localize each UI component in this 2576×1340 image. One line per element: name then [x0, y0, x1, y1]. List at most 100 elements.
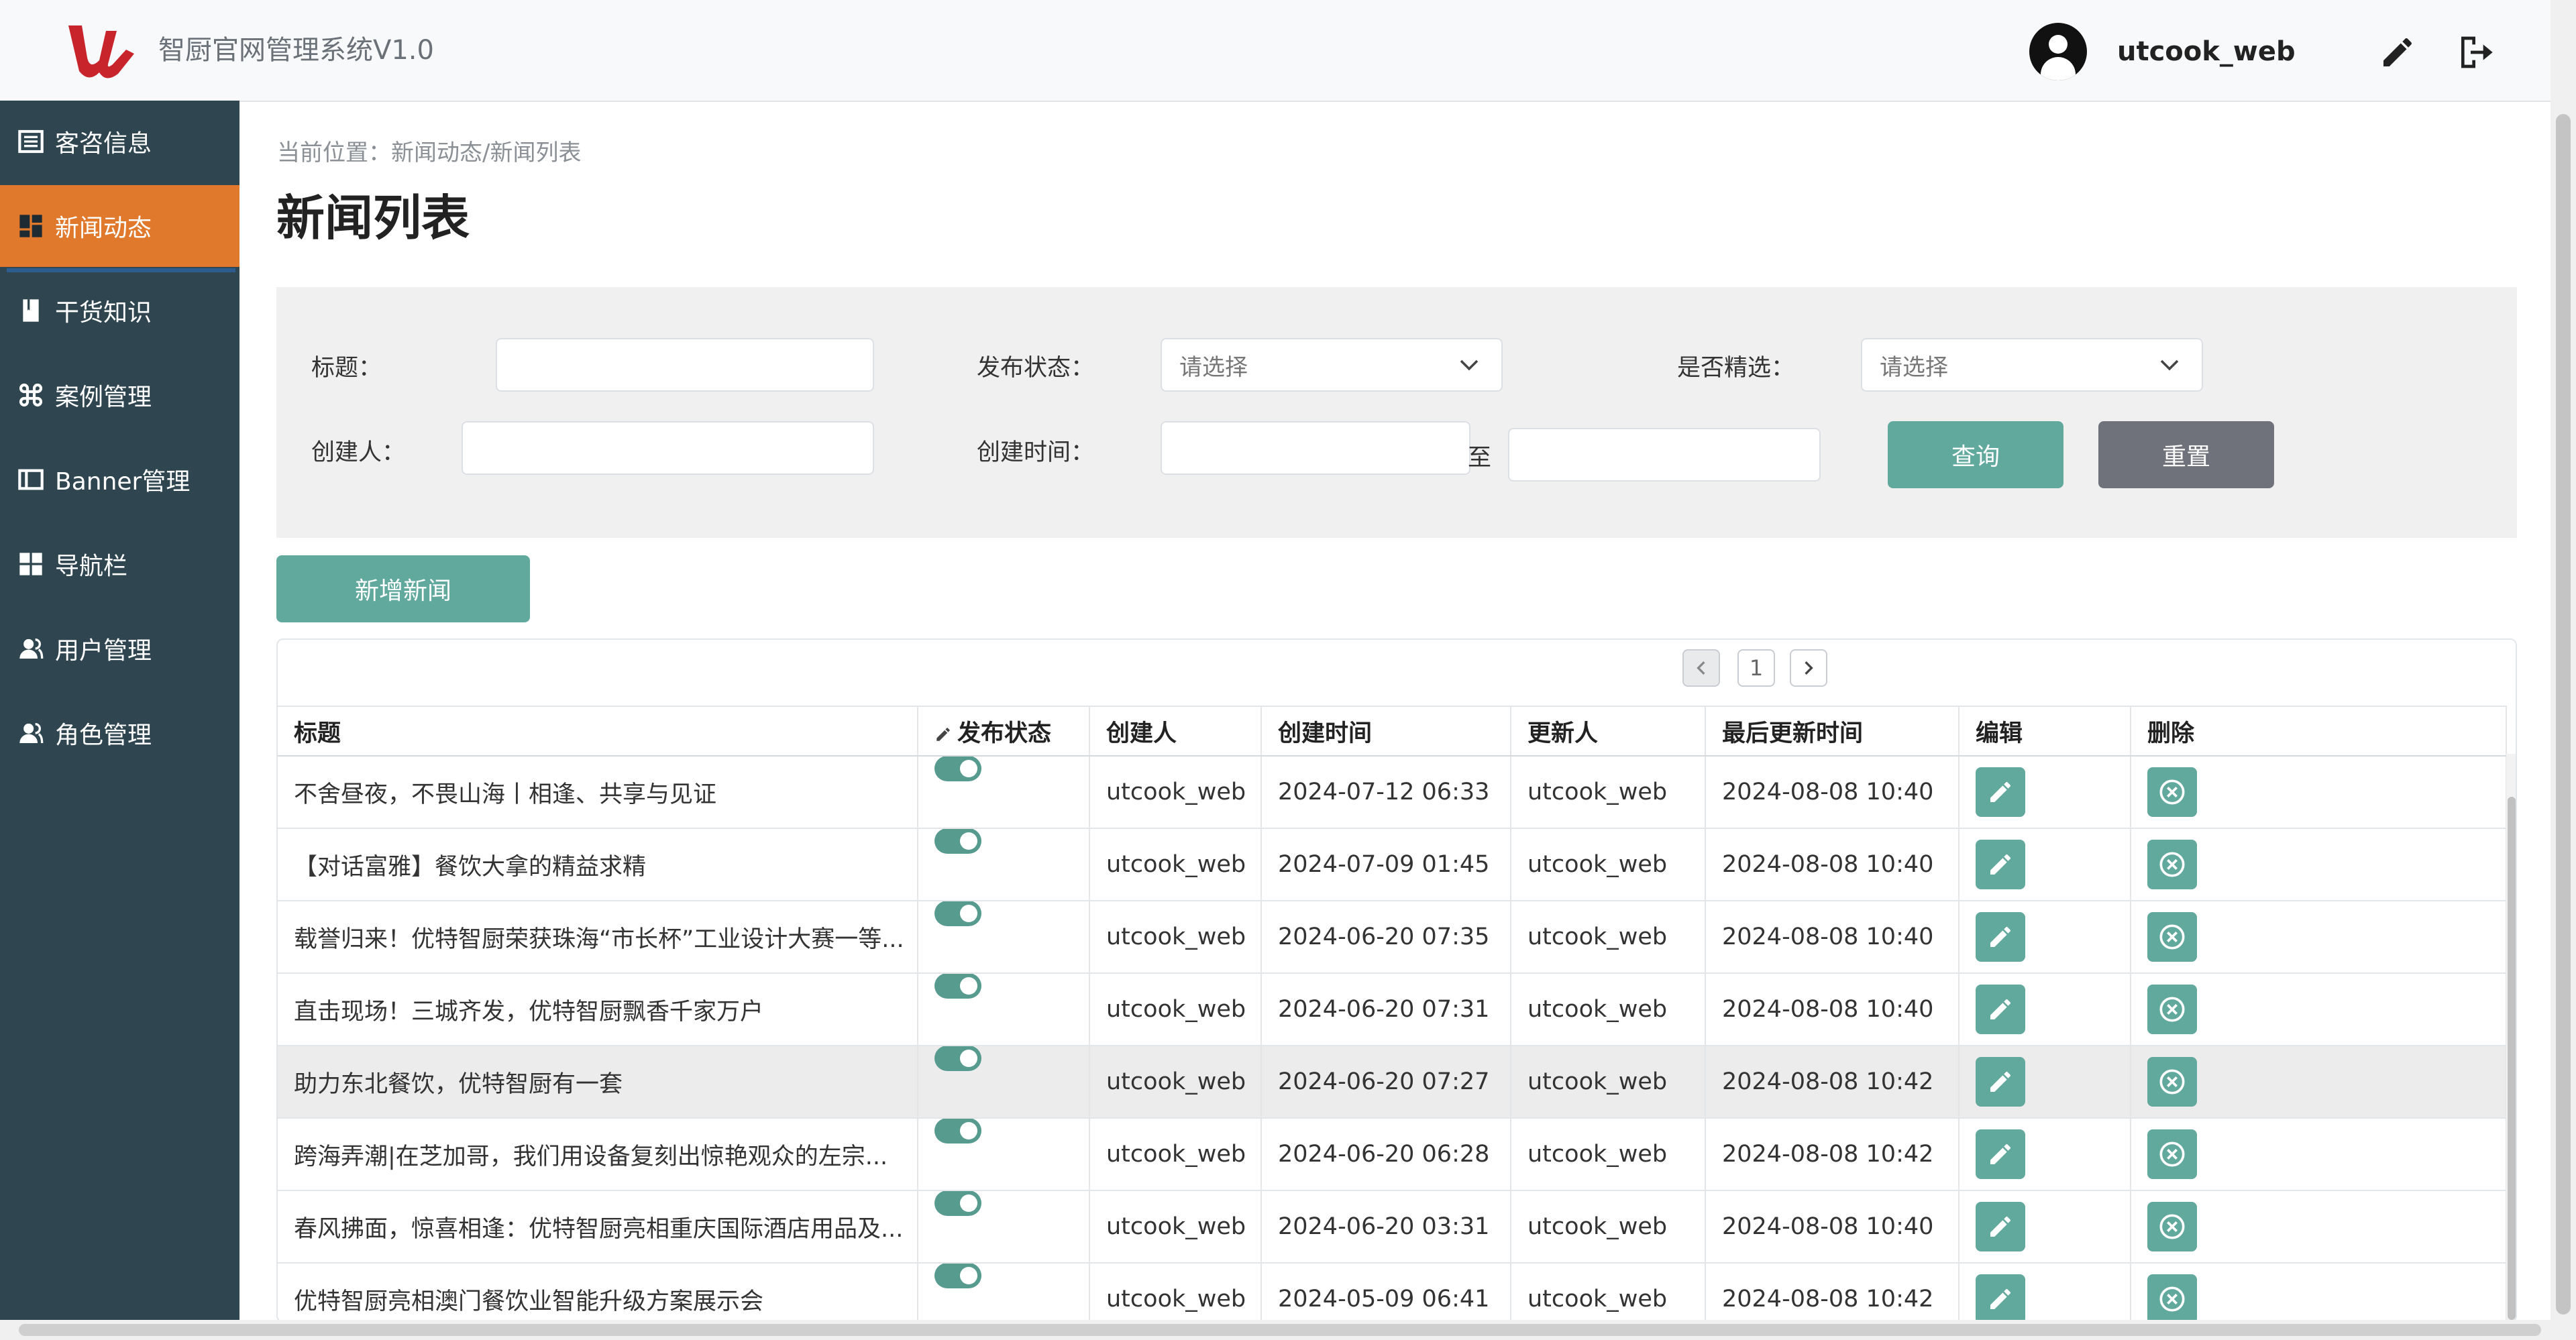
publish-toggle[interactable]: [934, 1118, 981, 1143]
col-header-status[interactable]: 发布状态: [918, 706, 1090, 757]
chevron-down-icon: [1460, 359, 1479, 371]
command-icon: [19, 383, 43, 407]
sidebar-item-users[interactable]: 用户管理: [0, 608, 239, 689]
edit-button[interactable]: [1976, 985, 2025, 1034]
delete-button[interactable]: [2147, 1274, 2197, 1321]
sidebar-item-cases[interactable]: 案例管理: [0, 354, 239, 436]
cell-created-time: 2024-06-20 06:28: [1261, 1118, 1511, 1191]
publish-toggle[interactable]: [934, 1263, 981, 1288]
delete-button[interactable]: [2147, 1057, 2197, 1107]
delete-circle-x-icon: [2159, 997, 2185, 1022]
col-header-title[interactable]: 标题: [278, 706, 918, 757]
delete-button[interactable]: [2147, 985, 2197, 1034]
news-table: 标题 发布状态 创建人 创建时间 更新人 最后更新时间 编辑 删除 不舍昼夜，不…: [278, 706, 2507, 1321]
publish-toggle[interactable]: [934, 901, 981, 926]
edit-button[interactable]: [1976, 1202, 2025, 1251]
cell-created-time: 2024-07-12 06:33: [1261, 756, 1511, 829]
publish-toggle[interactable]: [934, 1190, 981, 1216]
list-icon: [18, 129, 44, 154]
edit-button[interactable]: [1976, 840, 2025, 889]
sidebar-item-label: 导航栏: [55, 553, 128, 580]
cell-updater: utcook_web: [1511, 901, 1706, 974]
cell-updater: utcook_web: [1511, 828, 1706, 901]
publish-toggle[interactable]: [934, 828, 981, 854]
chevron-right-icon: [1805, 661, 1813, 675]
delete-button[interactable]: [2147, 912, 2197, 962]
cell-updated-time: 2024-08-08 10:40: [1705, 901, 1960, 974]
table-header-row: 标题 发布状态 创建人 创建时间 更新人 最后更新时间 编辑 删除: [278, 706, 2507, 757]
page-number-button[interactable]: 1: [1737, 649, 1775, 687]
cell-updater: utcook_web: [1511, 1263, 1706, 1321]
edit-profile-icon[interactable]: [2379, 34, 2416, 71]
col-header-creator[interactable]: 创建人: [1089, 706, 1262, 757]
sidebar-item-navigation[interactable]: 导航栏: [0, 523, 239, 605]
cell-creator: utcook_web: [1089, 973, 1262, 1046]
delete-button[interactable]: [2147, 767, 2197, 817]
cell-delete: [2131, 756, 2507, 829]
edit-button[interactable]: [1976, 1057, 2025, 1107]
sidebar-item-label: 角色管理: [55, 722, 152, 749]
delete-circle-x-icon: [2159, 852, 2185, 877]
edit-button[interactable]: [1976, 1129, 2025, 1179]
next-page-button[interactable]: [1790, 649, 1827, 687]
cell-status: [918, 973, 1090, 1046]
table-scrollbar[interactable]: [2506, 754, 2516, 1321]
cell-title: 直击现场！三城齐发，优特智厨飘香千家万户: [278, 973, 918, 1046]
query-button[interactable]: 查询: [1888, 421, 2063, 488]
table-row: 跨海弄潮|在芝加哥，我们用设备复刻出惊艳观众的左宗... utcook_web 20…: [278, 1118, 2507, 1191]
avatar[interactable]: [2029, 23, 2087, 80]
table-row: 优特智厨亮相澳门餐饮业智能升级方案展示会 utcook_web 2024-05-09…: [278, 1263, 2507, 1321]
brand-logo-icon: [68, 25, 134, 78]
page-horizontal-scrollbar[interactable]: [0, 1320, 2576, 1340]
cell-delete: [2131, 1190, 2507, 1264]
col-header-created-time[interactable]: 创建时间: [1261, 706, 1511, 757]
edit-button[interactable]: [1976, 767, 2025, 817]
cell-edit: [1959, 828, 2131, 901]
add-news-button[interactable]: 新增新闻: [276, 555, 530, 622]
publish-toggle[interactable]: [934, 756, 981, 781]
table-row: 春风拂面，惊喜相逢：优特智厨亮相重庆国际酒店用品及... utcook_web 20…: [278, 1190, 2507, 1264]
sidebar-item-banner[interactable]: Banner管理: [0, 439, 239, 520]
sidebar-item-news[interactable]: 新闻动态: [0, 185, 239, 272]
delete-circle-x-icon: [2159, 1069, 2185, 1095]
reset-button[interactable]: 重置: [2098, 421, 2274, 488]
edit-icon: [1990, 926, 2010, 947]
table-row: 载誉归来！优特智厨荣获珠海“市长杯”工业设计大赛一等... utcook_web 2…: [278, 901, 2507, 974]
table-row: 【对话富雅】餐饮大拿的精益求精 utcook_web 2024-07-09 01:4…: [278, 828, 2507, 901]
cell-updated-time: 2024-08-08 10:42: [1705, 1263, 1960, 1321]
publish-toggle[interactable]: [934, 973, 981, 999]
featured-filter-select[interactable]: 请选择: [1861, 338, 2203, 392]
pencil-icon: [936, 727, 950, 741]
users-icon: [19, 723, 44, 744]
edit-button[interactable]: [1976, 912, 2025, 962]
cell-edit: [1959, 756, 2131, 829]
page-vertical-scrollbar[interactable]: [2551, 0, 2576, 1320]
created-time-start-input[interactable]: [1161, 421, 1470, 475]
sidebar-item-customer-inquiries[interactable]: 客咨信息: [0, 101, 239, 182]
table-row: 不舍昼夜，不畏山海丨相逢、共享与见证 utcook_web 2024-07-12 0…: [278, 756, 2507, 829]
delete-button[interactable]: [2147, 1129, 2197, 1179]
delete-button[interactable]: [2147, 1202, 2197, 1251]
col-header-status-label: 发布状态: [957, 720, 1052, 747]
news-table-card: 1 标题 发布状态 创建人 创建时间 更新人 最后更新时间 编辑 删除 不舍昼夜…: [276, 638, 2517, 1323]
title-filter-input[interactable]: [496, 338, 874, 392]
col-header-updated-time[interactable]: 最后更新时间: [1705, 706, 1960, 757]
creator-filter-label: 创建人：: [311, 439, 406, 466]
publish-toggle[interactable]: [934, 1046, 981, 1071]
cell-updater: utcook_web: [1511, 1118, 1706, 1191]
cell-status: [918, 901, 1090, 974]
prev-page-button[interactable]: [1682, 649, 1720, 687]
status-filter-label: 发布状态：: [977, 355, 1095, 382]
cell-updater: utcook_web: [1511, 973, 1706, 1046]
logout-icon[interactable]: [2457, 34, 2494, 71]
creator-filter-input[interactable]: [462, 421, 874, 475]
col-header-updater[interactable]: 更新人: [1511, 706, 1706, 757]
delete-circle-x-icon: [2159, 779, 2185, 805]
status-filter-select[interactable]: 请选择: [1161, 338, 1503, 392]
sidebar-item-knowledge[interactable]: 干货知识: [0, 270, 239, 351]
delete-button[interactable]: [2147, 840, 2197, 889]
sidebar-item-roles[interactable]: 角色管理: [0, 692, 239, 774]
created-time-end-input[interactable]: [1508, 428, 1821, 482]
edit-button[interactable]: [1976, 1274, 2025, 1321]
cell-status: [918, 828, 1090, 901]
